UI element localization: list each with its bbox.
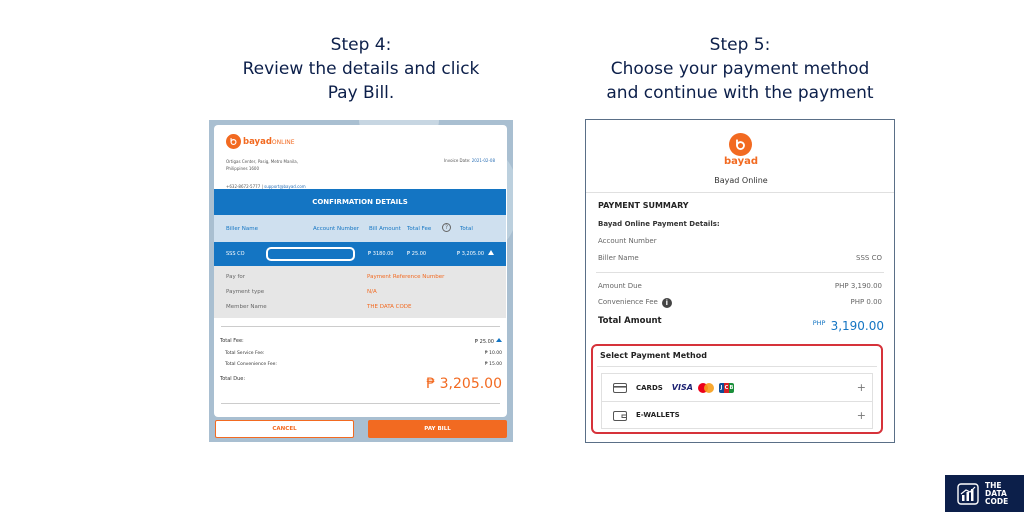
select-payment-method-title: Select Payment Method [600,351,707,360]
company-address: Ortigas Center, Pasig, Metro Manila, Phi… [226,159,298,171]
mastercard-logo [697,382,714,393]
divider [221,403,500,404]
total-cell: ₱ 3,205.00 [457,251,485,257]
brand-name: bayad [723,156,759,167]
cards-label: CARDS [636,383,663,392]
column-header: Total [460,226,473,232]
column-header: Account Number [313,226,360,232]
convenience-fee-row: Convenience Fee i PHP 0.00 [598,298,882,308]
bayad-logo-icon [226,134,241,149]
account-number-highlight [266,247,355,261]
total-amount-label: Total Amount [598,316,662,326]
column-header: Bill Amount [369,226,401,232]
logo-text: bayadONLINE [243,136,295,147]
total-fee-line: Total Fee: ₱ 25.00 [220,338,502,345]
bayad-online-logo: bayadONLINE [226,134,295,149]
ewallets-option[interactable]: E-WALLETS + [601,401,873,429]
confirmation-details-header: CONFIRMATION DETAILS [214,189,506,215]
tutorial-graphic: Step 4: Review the details and click Pay… [0,0,1024,512]
payment-screenshot: bayad Bayad Online PAYMENT SUMMARY Bayad… [585,119,895,443]
total-due-amount: ₱ 3,205.00 [426,376,502,392]
total-fee-cell: ₱ 25.00 [407,251,427,257]
column-header: Biller Name [226,226,258,232]
help-icon[interactable]: ? [442,223,451,232]
bill-amount-cell: ₱ 3180.00 [368,251,394,257]
divider [597,366,877,367]
cards-option[interactable]: CARDS VISA JCB + [601,373,873,401]
step4-title: Step 4: [330,35,392,55]
invoice-date: Invoice Date: 2021-02-08 [443,158,495,163]
row-details: Pay for Payment Reference Number Payment… [214,266,506,318]
pay-bill-button[interactable]: PAY BILL [368,420,507,438]
step5-instruction-line2: and continue with the payment [606,83,874,103]
bayad-logo-icon [729,133,752,156]
divider [221,326,500,327]
biller-name-row: Biller Name SSS CO [598,254,882,262]
payment-method-section: Select Payment Method CARDS VISA JCB + E… [591,344,883,434]
table-row[interactable]: SSS CO ₱ 3180.00 ₱ 25.00 ₱ 3,205.00 [214,242,506,266]
account-number-row: Account Number [598,237,657,245]
divider [596,272,884,273]
payment-summary-title: PAYMENT SUMMARY [598,201,689,210]
info-icon[interactable]: i [661,298,672,308]
watermark-text: THE DATA CODE [985,480,1009,506]
jcb-logo: JCB [718,382,734,393]
step4-instruction-line1: Review the details and click [242,59,480,79]
cancel-button[interactable]: CANCEL [215,420,354,438]
payment-details-title: Bayad Online Payment Details: [598,220,720,228]
collapse-caret-icon[interactable] [496,338,502,342]
table-header: Biller Name Account Number Bill Amount T… [214,215,506,242]
column-header: Total Fee [407,226,432,232]
merchant-name: Bayad Online [714,176,768,185]
confirmation-screenshot: bayadONLINE Ortigas Center, Pasig, Metro… [209,120,513,442]
amount-due-row: Amount Due PHP 3,190.00 [598,282,882,290]
step5-instruction-line1: Choose your payment method [610,59,870,79]
collapse-caret-icon[interactable] [488,250,494,255]
service-fee-line: Total Service Fee: ₱ 10.00 [225,351,502,356]
step5-heading: Step 5: Choose your payment method and c… [570,33,910,105]
step4-heading: Step 4: Review the details and click Pay… [196,33,526,105]
step4-instruction-line2: Pay Bill. [327,83,395,103]
the-data-code-watermark: THE DATA CODE [945,475,1024,512]
biller-name-cell: SSS CO [226,251,245,257]
convenience-fee-line: Total Convenience Fee: ₱ 15.00 [225,362,502,367]
expand-plus-icon[interactable]: + [857,409,866,422]
total-amount-value: PHP 3,190.00 [812,319,884,333]
step5-title: Step 5: [709,35,771,55]
credit-card-icon [613,382,627,393]
divider [586,192,894,193]
chart-bars-icon [957,482,979,505]
expand-plus-icon[interactable]: + [857,381,866,394]
ewallets-label: E-WALLETS [636,411,680,419]
wallet-icon [613,410,627,421]
visa-logo: VISA [671,383,693,392]
